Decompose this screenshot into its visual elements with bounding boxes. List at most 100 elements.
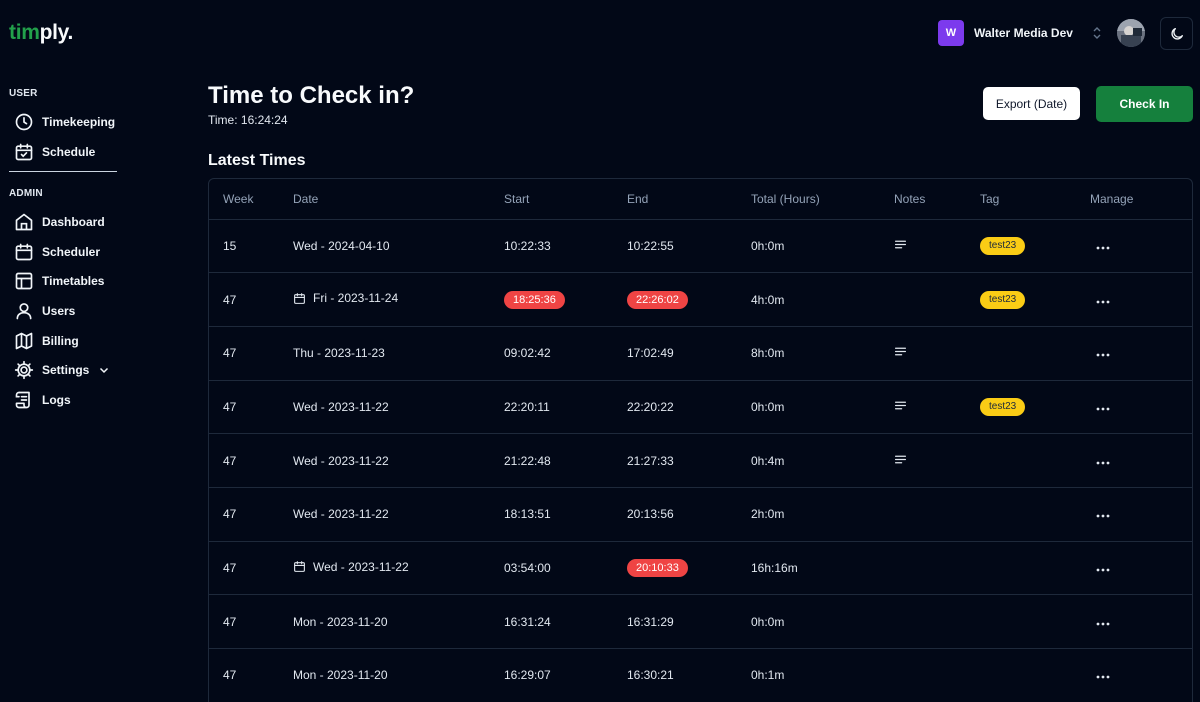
cell-tag: test23 bbox=[980, 380, 1090, 435]
time-flag-badge: 18:25:36 bbox=[504, 290, 565, 309]
org-switcher[interactable]: W Walter Media Dev bbox=[938, 20, 1103, 46]
more-horizontal-icon[interactable] bbox=[1096, 622, 1110, 626]
sidebar-item-logs[interactable]: Logs bbox=[14, 388, 71, 412]
table-row[interactable]: 15 Wed - 2024-04-10 10:22:33 10:22:55 0h:0m t… bbox=[209, 219, 1192, 274]
cell-notes bbox=[894, 487, 980, 542]
notes-icon[interactable] bbox=[894, 453, 907, 466]
table-row[interactable]: 47 Wed - 2023-11-22 18:13:51 20:13:56 2h:0m bbox=[209, 487, 1192, 542]
notes-icon[interactable] bbox=[894, 399, 907, 412]
chevron-down-icon bbox=[99, 365, 109, 375]
cell-week: 47 bbox=[209, 541, 293, 596]
cell-start: 16:31:24 bbox=[504, 594, 627, 649]
tag-badge[interactable]: test23 bbox=[980, 236, 1026, 255]
cell-notes bbox=[894, 326, 980, 381]
cell-end: 16:31:29 bbox=[627, 594, 751, 649]
brand-logo[interactable]: timply. bbox=[9, 21, 73, 45]
date-text: Thu - 2023-11-23 bbox=[293, 346, 385, 361]
cell-week: 47 bbox=[209, 326, 293, 381]
date-text: Wed - 2024-04-10 bbox=[293, 238, 390, 253]
sidebar-item-label: Scheduler bbox=[42, 245, 101, 259]
table-header-row: Week Date Start End Total (Hours) Notes … bbox=[209, 179, 1192, 220]
table-row[interactable]: 47 Mon - 2023-11-20 16:29:07 16:30:21 0h:1m bbox=[209, 648, 1192, 702]
more-horizontal-icon[interactable] bbox=[1096, 461, 1110, 465]
table-row[interactable]: 47 Wed - 2023-11-22 22:20:11 22:20:22 0h:0m t… bbox=[209, 380, 1192, 435]
cell-total: 8h:0m bbox=[751, 326, 894, 381]
date-text: Wed - 2023-11-22 bbox=[293, 507, 389, 522]
table-row[interactable]: 47 Mon - 2023-11-20 16:31:24 16:31:29 0h:0m bbox=[209, 594, 1192, 649]
cell-date: Wed - 2023-11-22 bbox=[293, 380, 504, 435]
notes-icon[interactable] bbox=[894, 345, 907, 358]
time-flag-badge: 20:10:33 bbox=[627, 558, 688, 577]
cell-end: 20:13:56 bbox=[627, 487, 751, 542]
column-header-end[interactable]: End bbox=[627, 179, 751, 220]
column-header-date[interactable]: Date bbox=[293, 179, 504, 220]
sidebar-item-timekeeping[interactable]: Timekeeping bbox=[14, 110, 115, 134]
cell-manage bbox=[1090, 433, 1192, 488]
end-time: 16:30:21 bbox=[627, 668, 674, 683]
end-time: 10:22:55 bbox=[627, 238, 674, 253]
calendar-icon bbox=[293, 292, 306, 305]
cell-end: 22:26:02 bbox=[627, 272, 751, 327]
cell-date: Wed - 2023-11-22 bbox=[293, 541, 504, 596]
more-horizontal-icon[interactable] bbox=[1096, 568, 1110, 572]
sidebar-item-label: Billing bbox=[42, 334, 79, 348]
cell-week: 47 bbox=[209, 487, 293, 542]
tag-badge[interactable]: test23 bbox=[980, 397, 1026, 416]
more-horizontal-icon[interactable] bbox=[1096, 675, 1110, 679]
more-horizontal-icon[interactable] bbox=[1096, 407, 1110, 411]
sidebar-item-timetables[interactable]: Timetables bbox=[14, 269, 104, 293]
start-time: 22:20:11 bbox=[504, 399, 550, 414]
more-horizontal-icon[interactable] bbox=[1096, 514, 1110, 518]
table-row[interactable]: 47 Fri - 2023-11-24 18:25:36 22:26:02 4h:0m t… bbox=[209, 272, 1192, 327]
more-horizontal-icon[interactable] bbox=[1096, 353, 1110, 357]
date-text: Fri - 2023-11-24 bbox=[313, 291, 399, 306]
column-header-tag[interactable]: Tag bbox=[980, 179, 1090, 220]
notes-icon[interactable] bbox=[894, 238, 907, 251]
column-header-start[interactable]: Start bbox=[504, 179, 627, 220]
tag-badge[interactable]: test23 bbox=[980, 290, 1026, 309]
export-date-button[interactable]: Export (Date) bbox=[983, 87, 1080, 120]
end-time: 22:20:22 bbox=[627, 399, 674, 414]
column-header-notes[interactable]: Notes bbox=[894, 179, 980, 220]
sidebar-item-billing[interactable]: Billing bbox=[14, 329, 79, 353]
cell-notes bbox=[894, 541, 980, 596]
cell-manage bbox=[1090, 594, 1192, 649]
theme-toggle-button[interactable] bbox=[1160, 17, 1193, 50]
table-row[interactable]: 47 Wed - 2023-11-22 03:54:00 20:10:33 16h:16… bbox=[209, 541, 1192, 596]
sidebar-item-schedule[interactable]: Schedule bbox=[14, 140, 95, 164]
calendar-check-icon bbox=[14, 142, 34, 162]
cell-manage bbox=[1090, 648, 1192, 702]
sidebar-item-dashboard[interactable]: Dashboard bbox=[14, 210, 105, 234]
column-header-total[interactable]: Total (Hours) bbox=[751, 179, 894, 220]
cell-manage bbox=[1090, 219, 1192, 274]
cell-date: Wed - 2023-11-22 bbox=[293, 433, 504, 488]
sidebar-item-users[interactable]: Users bbox=[14, 299, 75, 323]
column-header-week[interactable]: Week bbox=[209, 179, 293, 220]
cell-start: 18:25:36 bbox=[504, 272, 627, 327]
table-row[interactable]: 47 Thu - 2023-11-23 09:02:42 17:02:49 8h:0m bbox=[209, 326, 1192, 381]
cell-tag bbox=[980, 433, 1090, 488]
table-icon bbox=[14, 271, 34, 291]
check-in-button[interactable]: Check In bbox=[1096, 86, 1193, 122]
cell-tag: test23 bbox=[980, 219, 1090, 274]
cell-manage bbox=[1090, 487, 1192, 542]
cell-date: Mon - 2023-11-20 bbox=[293, 648, 504, 702]
cell-notes bbox=[894, 648, 980, 702]
latest-times-table: Week Date Start End Total (Hours) Notes … bbox=[208, 178, 1193, 702]
cell-week: 15 bbox=[209, 219, 293, 274]
app-root: timply. W Walter Media Dev USER Timekeep… bbox=[0, 0, 1200, 702]
org-avatar: W bbox=[938, 20, 964, 46]
end-time: 16:31:29 bbox=[627, 614, 674, 629]
sidebar-item-scheduler[interactable]: Scheduler bbox=[14, 240, 100, 264]
user-avatar[interactable] bbox=[1117, 19, 1145, 47]
cell-week: 47 bbox=[209, 380, 293, 435]
cell-date: Thu - 2023-11-23 bbox=[293, 326, 504, 381]
table-row[interactable]: 47 Wed - 2023-11-22 21:22:48 21:27:33 0h:4m bbox=[209, 433, 1192, 488]
more-horizontal-icon[interactable] bbox=[1096, 300, 1110, 304]
start-time: 18:13:51 bbox=[504, 507, 551, 522]
cell-end: 10:22:55 bbox=[627, 219, 751, 274]
sidebar-item-settings[interactable]: Settings bbox=[14, 358, 109, 382]
cell-total: 2h:0m bbox=[751, 487, 894, 542]
more-horizontal-icon[interactable] bbox=[1096, 246, 1110, 250]
cell-total: 4h:0m bbox=[751, 272, 894, 327]
